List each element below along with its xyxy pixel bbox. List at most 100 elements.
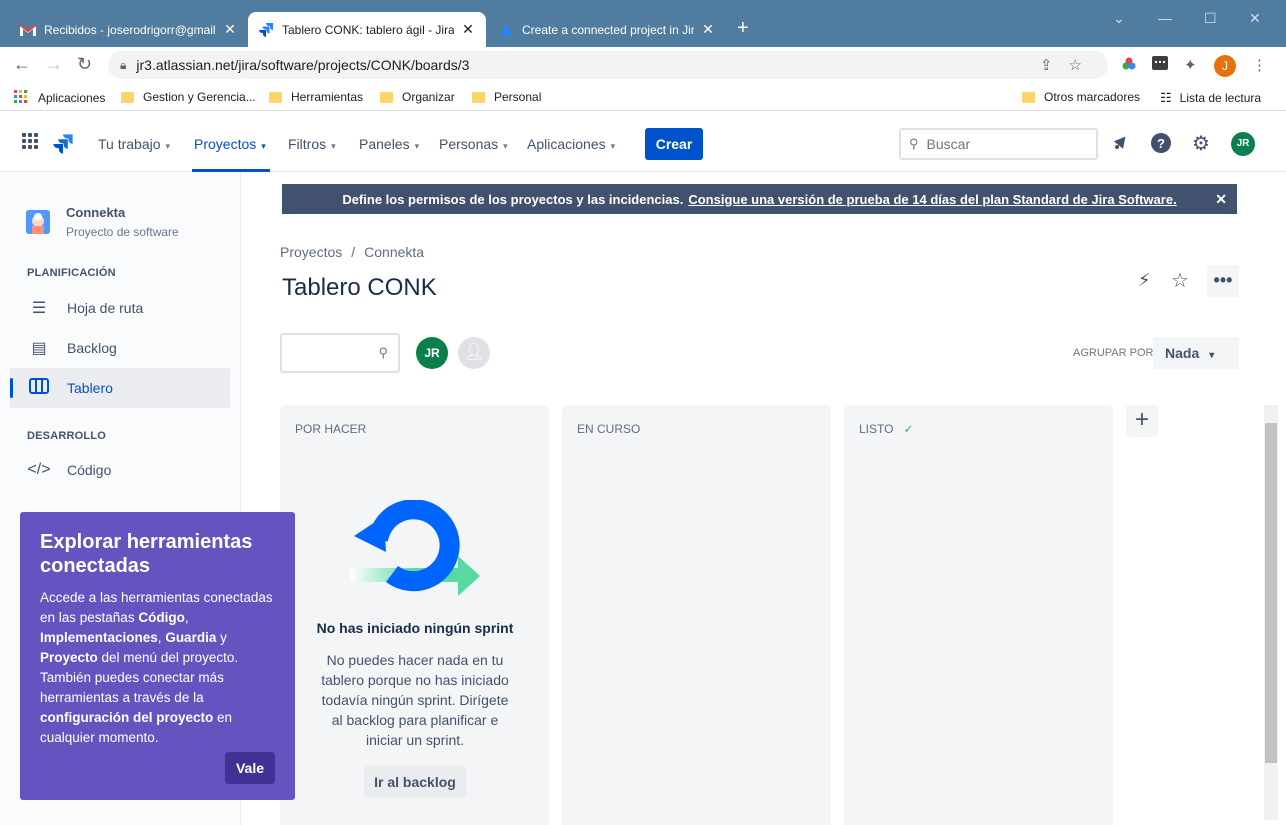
- member-avatar[interactable]: JR: [416, 337, 448, 369]
- new-tab-button[interactable]: +: [737, 18, 749, 38]
- back-icon[interactable]: ←: [13, 55, 31, 73]
- nav-proyectos[interactable]: Proyectos ▾: [194, 136, 266, 152]
- nav-aplicaciones[interactable]: Aplicaciones ▾: [527, 136, 615, 152]
- help-icon[interactable]: ?: [1150, 133, 1172, 155]
- sprint-illustration: [350, 499, 482, 610]
- address-toolbar: ← → ↻ 🔒︎ jr3.atlassian.net/jira/software…: [0, 47, 1286, 83]
- bookmark-folder-organizar[interactable]: Organizar: [380, 90, 455, 104]
- scrollbar-thumb[interactable]: [1265, 423, 1277, 763]
- extension-color-icon[interactable]: [1121, 56, 1137, 76]
- sidebar-item-tablero[interactable]: Tablero: [10, 368, 230, 408]
- browser-tab-atlassian-docs[interactable]: Create a connected project in Jira ✕: [488, 12, 726, 47]
- nav-paneles[interactable]: Paneles ▾: [359, 136, 419, 152]
- folder-icon: [121, 91, 134, 103]
- profile-avatar[interactable]: J: [1214, 55, 1236, 77]
- bookmark-folder-herramientas[interactable]: Herramientas: [269, 90, 363, 104]
- browser-tab-jira-board[interactable]: Tablero CONK: tablero ágil - Jira ✕: [248, 12, 486, 47]
- go-to-backlog-button[interactable]: Ir al backlog: [364, 766, 466, 798]
- bookmark-folder-gestion[interactable]: Gestion y Gerencia...: [121, 90, 256, 104]
- more-actions-button[interactable]: •••: [1207, 265, 1239, 297]
- extension-terminal-icon[interactable]: [1152, 56, 1168, 74]
- nav-tu-trabajo[interactable]: Tu trabajo ▾: [98, 136, 170, 152]
- star-icon[interactable]: ☆: [1171, 268, 1189, 293]
- folder-icon: [1022, 91, 1035, 103]
- breadcrumb-connekta[interactable]: Connekta: [364, 244, 424, 260]
- search-input[interactable]: [926, 136, 1077, 152]
- nav-label: Personas: [439, 136, 499, 152]
- share-and-star-icons[interactable]: ⇪☆: [1040, 56, 1098, 74]
- board-column-por-hacer: POR HACER: [280, 405, 549, 825]
- search-field[interactable]: ⚲: [899, 128, 1098, 160]
- breadcrumb-proyectos[interactable]: Proyectos: [280, 244, 342, 260]
- column-header: LISTO ✓: [859, 422, 914, 436]
- empty-state-title: No has iniciado ningún sprint: [316, 620, 514, 636]
- tab-label: Tablero CONK: tablero ágil - Jira: [282, 22, 454, 37]
- bookmark-folder-personal[interactable]: Personal: [472, 90, 541, 104]
- close-icon[interactable]: ✕: [460, 21, 476, 38]
- trial-link[interactable]: Consigue una versión de prueba de 14 día…: [688, 192, 1176, 207]
- board-icon: [27, 377, 51, 399]
- group-by-select[interactable]: Nada ▾: [1153, 337, 1239, 369]
- settings-gear-icon[interactable]: ⚙: [1190, 133, 1212, 155]
- gmail-icon: [20, 22, 36, 38]
- chevron-down-icon: ▾: [414, 141, 420, 151]
- notifications-icon[interactable]: [1110, 133, 1132, 155]
- empty-state-text: No puedes hacer nada en tu tablero porqu…: [321, 652, 509, 748]
- chevron-down-icon: ▾: [331, 141, 336, 151]
- board-scrollbar[interactable]: [1264, 405, 1278, 820]
- chevron-down-icon: ▾: [261, 141, 266, 151]
- user-avatar[interactable]: JR: [1231, 132, 1255, 156]
- chevron-down-icon: ▾: [165, 141, 171, 151]
- reading-list[interactable]: ☷ Lista de lectura: [1160, 90, 1261, 106]
- jira-logo-icon[interactable]: [52, 133, 74, 155]
- create-button[interactable]: Crear: [645, 128, 703, 160]
- sidebar-item-codigo[interactable]: </> Código: [10, 450, 230, 490]
- board-column-listo: LISTO ✓: [844, 405, 1113, 825]
- board-search-input[interactable]: ⚲: [280, 333, 400, 373]
- bookmark-label: Herramientas: [291, 90, 364, 104]
- tab-search-icon[interactable]: ⌄: [1113, 10, 1125, 27]
- done-check-icon: ✓: [903, 422, 914, 436]
- spotlight-body: Accede a las herramientas conectadas en …: [40, 590, 273, 745]
- bookmark-label: Personal: [494, 90, 542, 104]
- roadmap-icon: ☰: [31, 300, 47, 317]
- nav-label: Tu trabajo: [98, 136, 161, 152]
- apps-grid-icon: [14, 90, 28, 106]
- window-close-icon[interactable]: ✕: [1249, 10, 1261, 27]
- sidebar-item-hoja-de-ruta[interactable]: ☰ Hoja de ruta: [10, 288, 230, 328]
- bookmark-label: Gestion y Gerencia...: [143, 90, 256, 104]
- add-people-icon[interactable]: 👤︎: [458, 337, 490, 369]
- add-column-button[interactable]: +: [1126, 405, 1158, 437]
- browser-tab-gmail[interactable]: Recibidos - joserodrigorr@gmail. ✕: [10, 12, 248, 47]
- sidebar-item-label: Hoja de ruta: [67, 300, 144, 316]
- bookmark-apps[interactable]: Aplicaciones: [14, 90, 105, 106]
- jira-board-page: Recibidos - joserodrigorr@gmail. ✕ Table…: [0, 0, 1286, 825]
- sidebar-item-backlog[interactable]: ▤ Backlog: [10, 328, 230, 368]
- nav-label: Filtros: [288, 136, 327, 152]
- group-by-value: Nada: [1165, 345, 1200, 361]
- onboarding-spotlight: Explorar herramientas conectadas Accede …: [20, 512, 295, 800]
- app-switcher-icon[interactable]: [19, 133, 41, 155]
- close-icon[interactable]: ✕: [700, 21, 716, 38]
- chrome-menu-icon[interactable]: ⋮: [1252, 56, 1267, 74]
- reload-icon[interactable]: ↻: [77, 55, 92, 73]
- column-title: EN CURSO: [577, 422, 641, 436]
- close-icon[interactable]: ✕: [1215, 191, 1227, 208]
- nav-filtros[interactable]: Filtros ▾: [288, 136, 336, 152]
- bookmark-folder-otros[interactable]: Otros marcadores: [1022, 90, 1140, 104]
- bookmark-label: Organizar: [402, 90, 455, 104]
- tab-label: Create a connected project in Jira: [522, 22, 694, 37]
- address-bar[interactable]: 🔒︎ jr3.atlassian.net/jira/software/proje…: [108, 51, 1108, 79]
- minimize-icon[interactable]: —: [1158, 10, 1172, 26]
- nav-personas[interactable]: Personas ▾: [439, 136, 508, 152]
- sidebar-item-label: Código: [67, 462, 112, 478]
- browser-tab-strip: Recibidos - joserodrigorr@gmail. ✕ Table…: [0, 0, 1286, 47]
- maximize-icon[interactable]: ☐: [1204, 10, 1217, 27]
- automation-lightning-icon[interactable]: ⚡︎: [1138, 270, 1151, 291]
- chevron-down-icon: ▾: [610, 141, 616, 151]
- extensions-puzzle-icon[interactable]: ✦: [1184, 56, 1197, 74]
- spotlight-ok-button[interactable]: Vale: [225, 752, 275, 784]
- forward-icon[interactable]: →: [45, 55, 63, 73]
- close-icon[interactable]: ✕: [222, 21, 238, 38]
- project-name[interactable]: Connekta: [66, 205, 125, 220]
